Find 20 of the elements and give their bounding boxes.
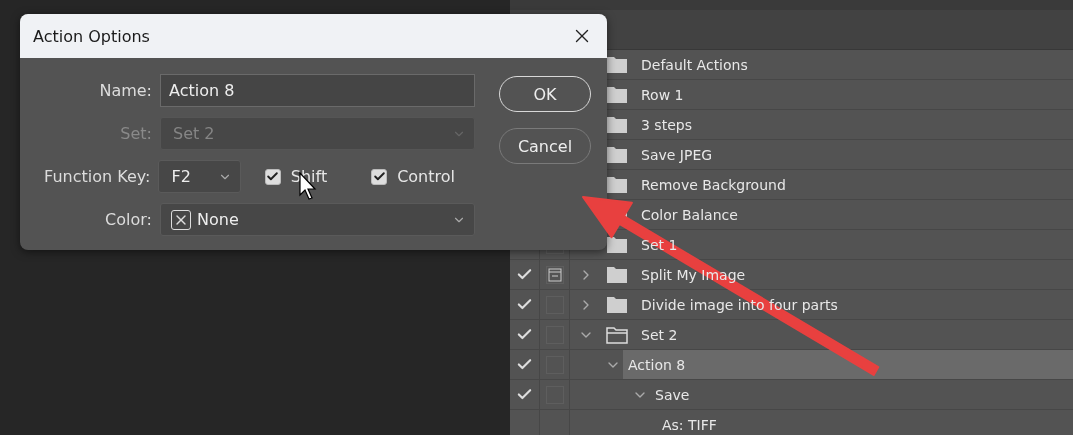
field-label: Function Key: — [43, 167, 151, 186]
action-item[interactable]: Default Actions — [641, 56, 748, 73]
function-key-dropdown[interactable]: F2 — [158, 160, 241, 193]
field-label: Name: — [98, 81, 152, 100]
name-field[interactable]: Action 8 — [160, 74, 475, 107]
action-item[interactable]: Save — [655, 386, 690, 403]
checkbox-label: Control — [397, 167, 455, 186]
color-dropdown[interactable]: None — [160, 203, 475, 236]
cancel-button[interactable]: Cancel — [499, 128, 591, 164]
action-item[interactable]: Color Balance — [641, 206, 738, 223]
ok-button[interactable]: OK — [499, 76, 591, 112]
action-item[interactable]: Remove Background — [641, 176, 786, 193]
action-item[interactable]: As: TIFF — [662, 416, 717, 433]
action-item[interactable]: Row 1 — [641, 86, 684, 103]
action-item[interactable]: Save JPEG — [641, 146, 713, 163]
action-item[interactable]: Set 2 — [641, 326, 678, 343]
field-label: Color: — [104, 210, 152, 229]
action-item[interactable]: Action 8 — [628, 356, 686, 373]
dialog-title: Action Options — [33, 26, 150, 46]
action-item[interactable]: 3 steps — [641, 116, 692, 133]
